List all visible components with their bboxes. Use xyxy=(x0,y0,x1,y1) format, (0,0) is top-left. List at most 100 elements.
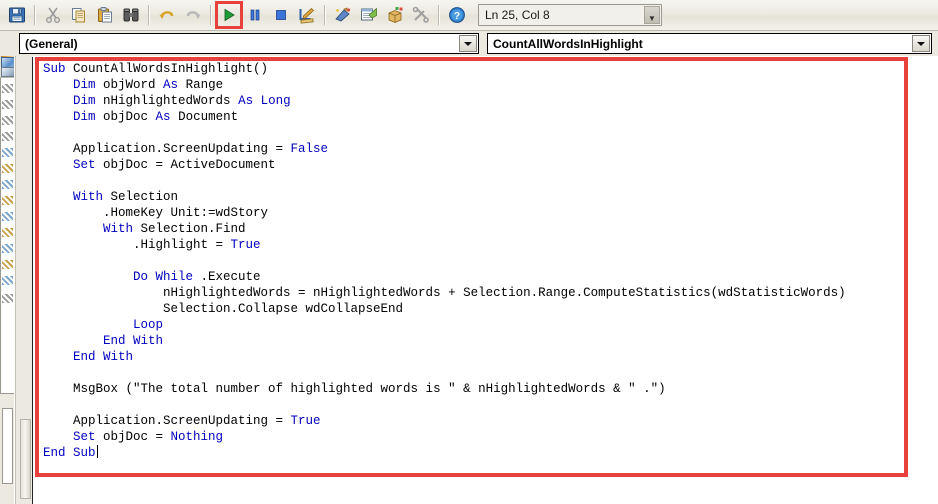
procedure-dropdown[interactable]: CountAllWordsInHighlight xyxy=(487,33,932,54)
code-text: nHighlightedWords xyxy=(103,94,239,108)
combo-bar-left-rail xyxy=(0,31,14,56)
tree-item-fragment[interactable] xyxy=(2,294,13,303)
undo-button[interactable] xyxy=(155,3,179,27)
splitter-grip[interactable] xyxy=(20,419,31,499)
code-keyword: End With xyxy=(103,334,164,348)
tree-item-fragment[interactable] xyxy=(2,260,13,269)
code-text: .Highlight = xyxy=(43,238,231,252)
panel-splitter[interactable] xyxy=(15,31,33,504)
svg-text:?: ? xyxy=(454,11,460,22)
code-text: objDoc xyxy=(103,110,156,124)
tree-item-fragment[interactable] xyxy=(2,164,13,173)
sliver-properties-pane xyxy=(0,398,14,504)
code-text: Range xyxy=(185,78,224,92)
sliver-toolstrip-icon-4[interactable] xyxy=(1,67,14,77)
code-keyword: Loop xyxy=(133,318,164,332)
tree-item-fragment[interactable] xyxy=(2,116,13,125)
code-keyword: True xyxy=(230,238,261,252)
tree-item-fragment[interactable] xyxy=(2,100,13,109)
code-keyword: With xyxy=(103,222,141,236)
module-dropdown-value: (General) xyxy=(25,36,78,51)
code-keyword: Dim xyxy=(73,94,104,108)
play-triangle-icon xyxy=(224,8,235,22)
project-explorer-icon xyxy=(335,7,351,22)
code-keyword: Dim xyxy=(73,78,104,92)
tree-item-fragment[interactable] xyxy=(2,244,13,253)
code-text: Application.ScreenUpdating = xyxy=(43,142,291,156)
design-mode-button[interactable] xyxy=(295,3,319,27)
clipboard-paste-icon xyxy=(98,7,112,23)
save-floppy-icon xyxy=(9,7,25,23)
help-button[interactable]: ? xyxy=(445,3,469,27)
chevron-down-icon xyxy=(917,41,925,46)
redo-button[interactable] xyxy=(181,3,205,27)
object-browser-icon xyxy=(388,7,403,23)
code-keyword: As xyxy=(155,110,179,124)
code-keyword: Set xyxy=(73,158,104,172)
save-button[interactable] xyxy=(5,3,29,27)
help-question-icon: ? xyxy=(449,7,465,23)
tree-item-fragment[interactable] xyxy=(2,84,13,93)
tree-item-fragment[interactable] xyxy=(2,212,13,221)
procedure-dropdown-arrow[interactable] xyxy=(912,35,930,52)
run-button[interactable] xyxy=(215,1,243,29)
code-keyword: End Sub xyxy=(43,446,96,460)
project-explorer-button[interactable] xyxy=(331,3,355,27)
stop-square-icon xyxy=(276,10,286,20)
vba-source-code[interactable]: Sub CountAllWordsInHighlight() Dim objWo… xyxy=(43,61,846,461)
properties-window-button[interactable] xyxy=(357,3,381,27)
paste-button[interactable] xyxy=(93,3,117,27)
break-button[interactable] xyxy=(243,3,267,27)
code-keyword: Nothing xyxy=(170,430,224,444)
module-dropdown-arrow[interactable] xyxy=(459,35,477,52)
code-text: Document xyxy=(178,110,239,124)
code-keyword: Do While xyxy=(133,270,201,284)
find-button[interactable] xyxy=(119,3,143,27)
tree-item-fragment[interactable] xyxy=(2,196,13,205)
sliver-properties-list[interactable] xyxy=(2,408,13,484)
module-dropdown[interactable]: (General) xyxy=(19,33,479,54)
code-text: objDoc = ActiveDocument xyxy=(103,158,276,172)
object-browser-button[interactable] xyxy=(383,3,407,27)
code-text: Selection.Collapse wdCollapseEnd xyxy=(43,302,404,316)
tree-item-fragment[interactable] xyxy=(2,148,13,157)
position-field-dropdown-grip[interactable]: ▼ xyxy=(644,6,660,24)
reset-button[interactable] xyxy=(269,3,293,27)
sliver-tree-view[interactable] xyxy=(0,78,14,394)
procedure-dropdown-value: CountAllWordsInHighlight xyxy=(493,36,643,51)
code-keyword: As xyxy=(163,78,186,92)
code-keyword: With xyxy=(73,190,111,204)
copy-icon xyxy=(72,8,85,23)
code-text: Application.ScreenUpdating = xyxy=(43,414,291,428)
code-text: .HomeKey Unit:=wdStory xyxy=(43,206,269,220)
cursor-position-field[interactable]: Ln 25, Col 8 ▼ xyxy=(478,4,662,26)
tree-item-fragment[interactable] xyxy=(2,180,13,189)
ruler-pencil-icon xyxy=(299,7,315,24)
code-keyword: Set xyxy=(73,430,104,444)
cut-button[interactable] xyxy=(41,3,65,27)
hammer-wrench-icon xyxy=(412,6,429,23)
code-keyword: True xyxy=(290,414,321,428)
code-text: objDoc = xyxy=(103,430,171,444)
code-keyword: As xyxy=(238,94,261,108)
code-editor-pane[interactable]: Sub CountAllWordsInHighlight() Dim objWo… xyxy=(32,57,938,504)
toolbox-button[interactable] xyxy=(409,3,433,27)
code-keyword: End With xyxy=(73,350,134,364)
tree-item-fragment[interactable] xyxy=(2,228,13,237)
tree-item-fragment[interactable] xyxy=(2,276,13,285)
code-window-combo-bar: (General) CountAllWordsInHighlight xyxy=(0,31,938,56)
code-text: Selection.Find xyxy=(140,222,246,236)
copy-button[interactable] xyxy=(67,3,91,27)
code-text: nHighlightedWords = nHighlightedWords + … xyxy=(43,286,846,300)
docked-panel-sliver xyxy=(0,31,14,504)
tree-item-fragment[interactable] xyxy=(2,132,13,141)
undo-arrow-icon xyxy=(159,11,174,19)
